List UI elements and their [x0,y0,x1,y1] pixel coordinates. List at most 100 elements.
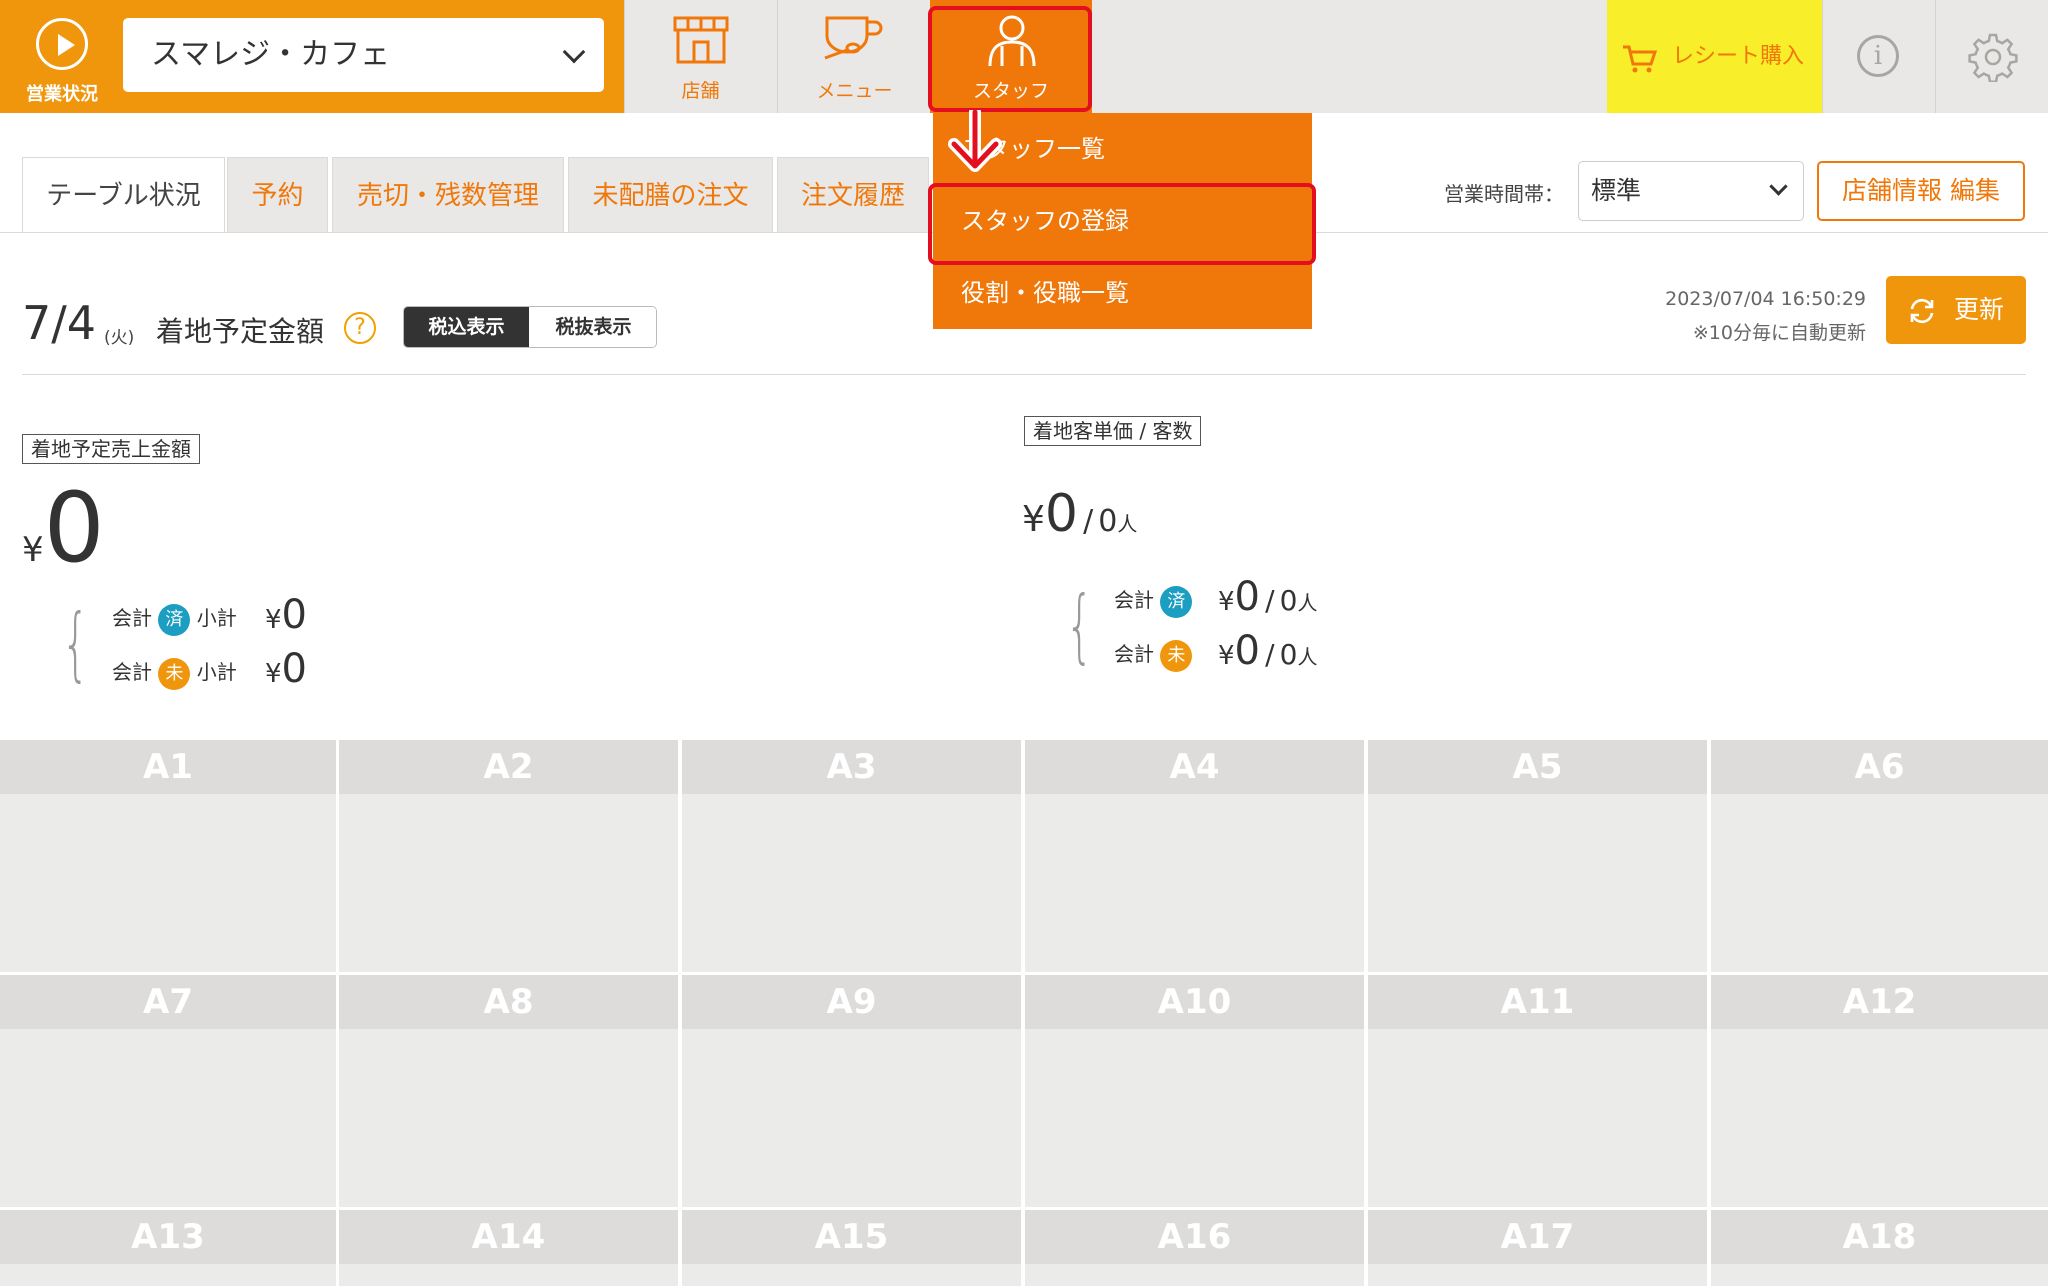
account-label: 会計 [112,606,152,630]
paid-subtotal-value: 0 [281,592,307,638]
table-cell-a14[interactable]: A14 [339,1210,678,1286]
customer-count-value: 0 [1098,504,1118,539]
brace-icon: { [1065,579,1094,672]
unpaid-subtotal-value: 0 [281,646,307,692]
summary-weekday: (火) [104,328,135,348]
settings-button[interactable] [1935,0,2048,113]
table-cell-label: A7 [0,975,336,1029]
account-label: 会計 [1114,642,1154,666]
receipt-purchase-label: レシート購入 [1671,44,1804,69]
receipt-purchase-button[interactable]: レシート購入 [1607,0,1822,113]
table-cell-a15[interactable]: A15 [682,1210,1021,1286]
staff-highlight-frame [928,6,1092,112]
people-unit: 人 [1117,512,1138,536]
table-cell-label: A8 [339,975,678,1029]
table-cell-label: A12 [1711,975,2048,1029]
yen-sign: ¥ [265,659,282,689]
projected-sales-amount: ¥0 [22,480,105,576]
top-header: 営業状況 スマレジ・カフェ 店舗 メニュー スタッフ レシート購入 i [0,0,2048,113]
table-cell-label: A4 [1025,740,1364,794]
tab-reservations[interactable]: 予約 [227,157,328,233]
yen-sign: ¥ [1022,499,1045,540]
chevron-down-icon [1769,177,1788,196]
unpaid-subtotal-amount: ¥0 [265,646,307,692]
table-cell-a3[interactable]: A3 [682,740,1021,972]
store-select-value: スマレジ・カフェ [151,37,391,72]
app: { "header": { "status_label": "営業状況", "s… [0,0,2048,1286]
table-cell-a10[interactable]: A10 [1025,975,1364,1207]
table-cell-a11[interactable]: A11 [1368,975,1707,1207]
paid-subtotal-amount: ¥0 [265,592,307,638]
table-cell-label: A15 [682,1210,1021,1264]
nav-menu-button[interactable]: メニュー [777,0,931,113]
unpaid-badge: 未 [1160,639,1193,672]
table-cell-a12[interactable]: A12 [1711,975,2048,1207]
table-cell-label: A16 [1025,1210,1364,1264]
paid-unit-price: 0 [1234,574,1260,620]
table-cell-a13[interactable]: A13 [0,1210,336,1286]
table-grid: A1 A2 A3 A4 A5 A6 A7 A8 A9 A10 A11 A12 A… [0,740,2048,1286]
refresh-label: 更新 [1953,295,2004,324]
table-cell-a8[interactable]: A8 [339,975,678,1207]
table-cell-a2[interactable]: A2 [339,740,678,972]
business-status-button[interactable]: 営業状況 [0,0,110,113]
cart-icon [1623,45,1657,73]
tab-soldout-stock[interactable]: 売切・残数管理 [332,157,564,233]
paid-badge: 済 [158,603,191,636]
store-select[interactable]: スマレジ・カフェ [123,18,604,92]
help-icon[interactable]: ? [344,312,376,344]
table-cell-a9[interactable]: A9 [682,975,1021,1207]
table-cell-a6[interactable]: A6 [1711,740,2048,972]
unit-price-value: 0 [1044,484,1078,544]
info-icon: i [1857,35,1899,77]
paid-customer-count: 0 [1279,584,1298,617]
business-hours-label: 営業時間帯： [1444,182,1564,206]
tab-table-status[interactable]: テーブル状況 [22,157,225,233]
table-cell-label: A18 [1711,1210,2048,1264]
nav-store-button[interactable]: 店舗 [624,0,776,113]
table-cell-a17[interactable]: A17 [1368,1210,1707,1286]
table-cell-a1[interactable]: A1 [0,740,336,972]
section-divider [22,374,2026,375]
tab-unserved-orders[interactable]: 未配膳の注文 [568,157,773,233]
people-unit: 人 [1297,591,1318,615]
tab-order-history[interactable]: 注文履歴 [777,157,929,233]
brace-icon: { [61,597,90,690]
tax-excluded-button[interactable]: 税抜表示 [529,307,656,347]
gear-icon [1968,33,2018,82]
table-cell-a4[interactable]: A4 [1025,740,1364,972]
table-cell-label: A10 [1025,975,1364,1029]
edit-store-info-button[interactable]: 店舗情報 編集 [1817,161,2025,221]
table-cell-label: A2 [339,740,678,794]
table-cell-label: A3 [682,740,1021,794]
refresh-button[interactable]: 更新 [1886,276,2026,344]
menu-item-roles-list[interactable]: 役割・役職一覧 [933,257,1312,329]
nav-store-label: 店舗 [681,80,720,102]
table-cell-a18[interactable]: A18 [1711,1210,2048,1286]
account-label: 会計 [1114,588,1154,612]
unit-price-customers-amount: ¥0 / 0人 [1022,484,1137,544]
paid-unit-amount: ¥0 / 0人 [1218,574,1317,620]
table-cell-a16[interactable]: A16 [1025,1210,1364,1286]
unit-price-customers-label: 着地客単価 / 客数 [1024,416,1202,446]
unpaid-unit-amount: ¥0 / 0人 [1218,628,1317,674]
info-button[interactable]: i [1822,0,1935,113]
slash-separator: / [1265,584,1275,617]
business-hours-value: 標準 [1591,176,1642,205]
people-unit: 人 [1297,645,1318,669]
table-cell-label: A1 [0,740,336,794]
unpaid-badge: 未 [158,657,191,690]
tax-included-button[interactable]: 税込表示 [404,307,529,347]
unpaid-unit-price: 0 [1234,628,1260,674]
subtotal-label: 小計 [196,606,237,630]
paid-unit-row: 会計 済 [1114,584,1193,618]
paid-badge: 済 [1160,585,1193,618]
table-cell-label: A6 [1711,740,2048,794]
table-cell-label: A11 [1368,975,1707,1029]
nav-menu-label: メニュー [816,80,893,102]
business-hours-select[interactable]: 標準 [1578,161,1804,221]
table-cell-a7[interactable]: A7 [0,975,336,1207]
chevron-down-icon [562,40,586,64]
paid-subtotal-row: 会計 済 小計 [112,602,237,636]
table-cell-a5[interactable]: A5 [1368,740,1707,972]
